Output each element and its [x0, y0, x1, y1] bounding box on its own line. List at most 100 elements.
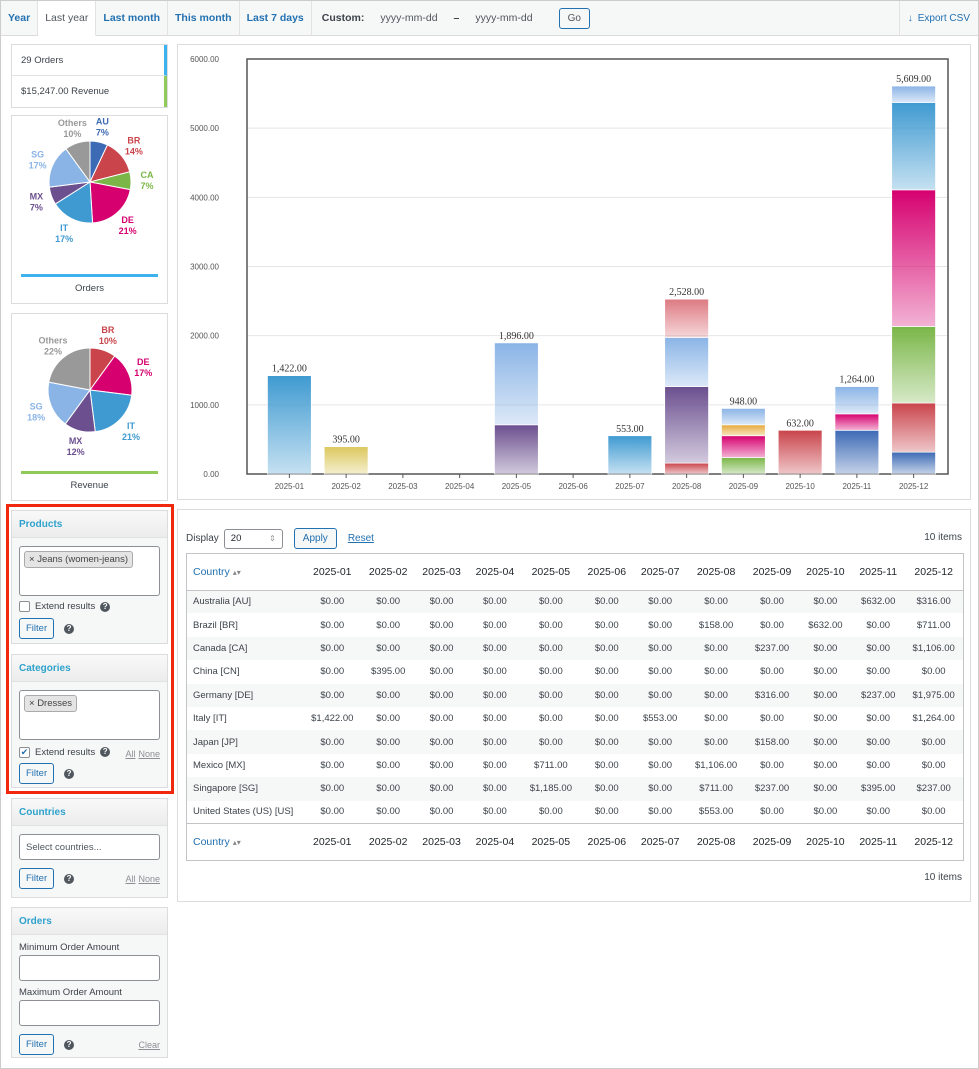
- date-to-input[interactable]: yyyy-mm-dd: [469, 12, 538, 24]
- bar-segment-jp[interactable]: [721, 424, 766, 437]
- table-row: Germany [DE] $0.00 $0.00 $0.00 $0.00 $0.00 $0.…: [187, 683, 963, 707]
- help-icon[interactable]: ?: [100, 601, 111, 612]
- category-chip[interactable]: × Dresses: [24, 695, 78, 712]
- go-button[interactable]: Go: [558, 7, 590, 29]
- revenue-cell: $0.00: [483, 689, 507, 701]
- bar-segment-ca[interactable]: [891, 326, 936, 404]
- revenue-cell: $0.00: [376, 759, 401, 771]
- bar-segment-au[interactable]: [834, 429, 880, 475]
- bar-segment-cn[interactable]: [323, 446, 369, 475]
- table-row: Canada [CA] $0.00 $0.00 $0.00 $0.00 $0.00 $0.0…: [187, 636, 963, 661]
- countries-all-link[interactable]: All: [125, 874, 135, 884]
- revenue-cell: $0.00: [648, 759, 673, 771]
- display-label: Display: [186, 533, 219, 544]
- export-csv-button[interactable]: ↓ Export CSV: [898, 1, 978, 35]
- clear-link[interactable]: Clear: [138, 1040, 160, 1050]
- product-chip[interactable]: × Jeans (women-jeans): [24, 551, 134, 568]
- tab-last-year[interactable]: Last year: [38, 1, 97, 36]
- bar-segment-mx[interactable]: [664, 386, 709, 464]
- help-icon[interactable]: ?: [64, 873, 75, 884]
- min-amount-input[interactable]: [19, 955, 160, 981]
- bar-segment-sg[interactable]: [494, 342, 539, 426]
- max-amount-input[interactable]: [19, 1000, 160, 1026]
- countries-filter-button[interactable]: Filter: [19, 868, 55, 889]
- revenue-cell: $0.00: [376, 689, 401, 701]
- reset-link[interactable]: Reset: [348, 533, 374, 544]
- revenue-cell: $0.00: [538, 619, 563, 631]
- help-icon[interactable]: ?: [64, 623, 75, 634]
- bar-segment-mx[interactable]: [494, 424, 539, 475]
- revenue-cell: $1,106.00: [912, 642, 955, 654]
- revenue-cell: $632.00: [808, 619, 843, 631]
- categories-select[interactable]: × Dresses: [19, 690, 160, 740]
- date-from-input[interactable]: yyyy-mm-dd: [374, 12, 443, 24]
- help-icon[interactable]: ?: [64, 1039, 75, 1050]
- pie-percent: 17%: [29, 160, 47, 170]
- product-chip-label: Jeans (women-jeans): [37, 554, 129, 565]
- revenue-cell: $0.00: [760, 713, 784, 725]
- tab-last-7-days[interactable]: Last 7 days: [240, 1, 312, 35]
- revenue-pie-caption: Revenue: [70, 480, 109, 491]
- bar-segment-it[interactable]: [607, 435, 653, 475]
- bar-segment-sg[interactable]: [721, 408, 766, 426]
- display-count-input[interactable]: 20 ⇕: [223, 528, 283, 549]
- revenue-cell: $0.00: [921, 736, 946, 748]
- revenue-cell: $237.00: [754, 783, 790, 795]
- categories-all-link[interactable]: All: [125, 749, 135, 759]
- orders-stat[interactable]: 29 Orders: [12, 45, 167, 76]
- revenue-cell: $0.00: [813, 783, 838, 795]
- revenue-cell: $0.00: [483, 642, 507, 654]
- category-chip-label: Dresses: [37, 698, 73, 709]
- bar-segment-br[interactable]: [891, 402, 936, 453]
- categories-filter-button[interactable]: Filter: [19, 763, 55, 784]
- bar-segment-de[interactable]: [834, 413, 880, 431]
- pie-label: MX: [69, 436, 83, 446]
- month-column-header: 2025-03: [414, 823, 469, 860]
- bar-segment-it[interactable]: [267, 375, 312, 475]
- revenue-cell: $0.00: [483, 783, 507, 795]
- bar-segment-br[interactable]: [777, 429, 823, 475]
- month-column-header: 2025-03: [414, 554, 469, 591]
- bar-segment-de[interactable]: [891, 189, 936, 327]
- revenue-cell: $0.00: [648, 806, 673, 818]
- revenue-cell: $0.00: [320, 596, 345, 608]
- bar-segment-de[interactable]: [721, 435, 766, 458]
- products-extend-checkbox[interactable]: [19, 601, 30, 612]
- apply-button[interactable]: Apply: [293, 528, 337, 549]
- bar-segment-br[interactable]: [664, 462, 709, 475]
- tab-this-month[interactable]: This month: [168, 1, 240, 35]
- revenue-cell: $0.00: [376, 736, 401, 748]
- pie-slice-it[interactable]: [89, 389, 133, 433]
- help-icon[interactable]: ?: [64, 768, 75, 779]
- categories-extend-checkbox[interactable]: ✔: [19, 746, 30, 758]
- orders-filter-button[interactable]: Filter: [19, 1034, 55, 1055]
- revenue-stat[interactable]: $15,247.00 Revenue: [12, 76, 167, 107]
- bar-segment-sg[interactable]: [891, 85, 936, 103]
- products-filter-button[interactable]: Filter: [19, 618, 55, 639]
- bar-segment-us[interactable]: [664, 298, 709, 338]
- help-icon[interactable]: ?: [100, 747, 111, 757]
- products-select[interactable]: × Jeans (women-jeans): [19, 546, 160, 596]
- country-column-header[interactable]: Country ▴▾: [187, 554, 303, 591]
- categories-none-link[interactable]: None: [138, 749, 160, 759]
- categories-filter: Categories × Dresses ✔ Extend results? Al…: [11, 654, 168, 788]
- bar-segment-sg[interactable]: [834, 386, 880, 415]
- countries-none-link[interactable]: None: [138, 874, 160, 884]
- tab-last-month[interactable]: Last month: [96, 1, 168, 35]
- bar-segment-au[interactable]: [891, 451, 936, 475]
- categories-extend-label: Extend results: [35, 746, 96, 758]
- revenue-cell: $0.00: [320, 689, 345, 701]
- country-cell: United States (US) [US]: [193, 806, 294, 818]
- country-column-header[interactable]: Country ▴▾: [187, 823, 303, 860]
- bar-total-label: 1,896.00: [499, 331, 534, 342]
- pie-percent: 12%: [67, 447, 85, 457]
- spinner-icon[interactable]: ⇕: [269, 534, 276, 543]
- bar-segment-sg[interactable]: [664, 337, 709, 387]
- bar-segment-ca[interactable]: [721, 457, 766, 475]
- countries-select[interactable]: Select countries...: [19, 834, 160, 860]
- pie-label: IT: [60, 223, 69, 233]
- tab-year[interactable]: Year: [1, 1, 39, 35]
- bar-segment-it[interactable]: [891, 102, 936, 191]
- table-row: Australia [AU] $0.00 $0.00 $0.00 $0.00 $0.00 $…: [187, 590, 963, 614]
- month-column-header: 2025-10: [798, 823, 853, 860]
